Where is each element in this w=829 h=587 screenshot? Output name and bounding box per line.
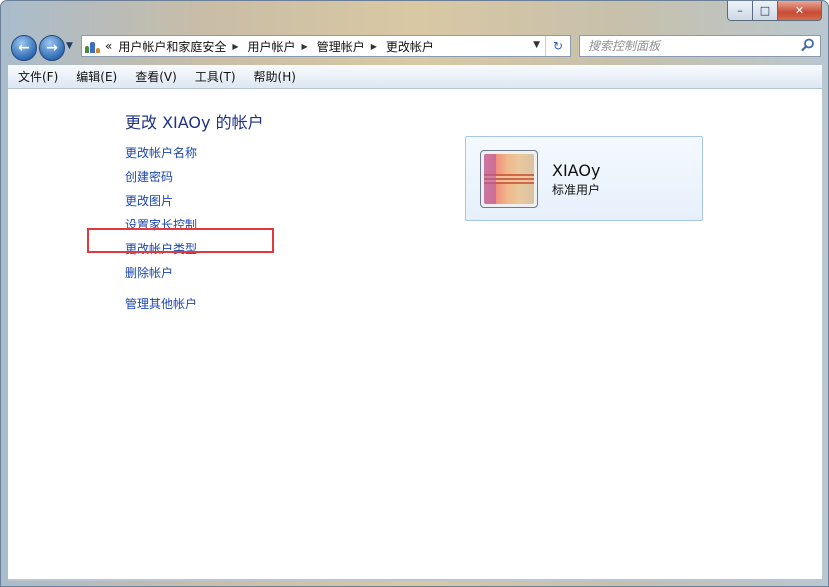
delete-account-link[interactable]: 删除帐户 [125,264,173,281]
menu-edit[interactable]: 编辑(E) [66,68,125,85]
back-button[interactable]: ← [11,35,37,61]
search-input[interactable] [588,37,788,55]
breadcrumb-user-accounts[interactable]: 用户帐户 [248,38,296,55]
close-button[interactable]: ✕ [778,1,822,21]
avatar [480,150,538,208]
account-name: XIAOy [552,161,601,180]
breadcrumb-manage-accounts[interactable]: 管理帐户 [317,38,365,55]
forward-button[interactable]: → [39,35,65,61]
caption-buttons: – □ ✕ [727,1,822,21]
address-overflow-chevron[interactable]: « [105,39,112,53]
menu-tools[interactable]: 工具(T) [185,68,244,85]
account-tile: XIAOy 标准用户 [465,136,703,221]
window-bottom-border [8,579,822,581]
manage-other-accounts-link[interactable]: 管理其他帐户 [125,295,197,312]
search-icon[interactable] [800,37,816,53]
maximize-button[interactable]: □ [753,1,778,21]
address-dropdown-icon[interactable]: ▼ [533,40,540,50]
menu-view[interactable]: 查看(V) [125,68,185,85]
content-pane: 更改 XIAOy 的帐户 更改帐户名称 创建密码 更改图片 设置家长控制 更改帐… [8,89,822,579]
user-picture-icon [484,154,534,204]
highlight-box [87,228,274,253]
change-name-link[interactable]: 更改帐户名称 [125,144,197,161]
breadcrumb-separator-icon[interactable]: ▶ [302,42,308,51]
menu-file[interactable]: 文件(F) [8,68,66,85]
change-picture-link[interactable]: 更改图片 [125,192,173,209]
menu-help[interactable]: 帮助(H) [244,68,304,85]
breadcrumb-separator-icon[interactable]: ▶ [371,42,377,51]
search-box[interactable] [579,35,821,57]
address-bar[interactable]: « 用户帐户和家庭安全 ▶ 用户帐户 ▶ 管理帐户 ▶ 更改帐户 ▼ ↻ [81,35,571,57]
create-password-link[interactable]: 创建密码 [125,168,173,185]
menu-bar: 文件(F) 编辑(E) 查看(V) 工具(T) 帮助(H) [8,65,822,89]
page-title: 更改 XIAOy 的帐户 [125,113,264,132]
recent-pages-button[interactable]: ▼ [66,41,73,51]
minimize-button[interactable]: – [727,1,753,21]
control-panel-window: – □ ✕ ← → ▼ « 用户帐户和家庭安全 ▶ 用户帐户 ▶ 管理帐户 ▶ … [0,0,829,587]
control-panel-icon [85,39,101,53]
breadcrumb-separator-icon[interactable]: ▶ [232,42,238,51]
breadcrumb-change-account[interactable]: 更改帐户 [386,38,434,55]
breadcrumb-family-safety[interactable]: 用户帐户和家庭安全 [118,38,226,55]
refresh-button[interactable]: ↻ [545,36,570,56]
account-type: 标准用户 [552,183,601,197]
